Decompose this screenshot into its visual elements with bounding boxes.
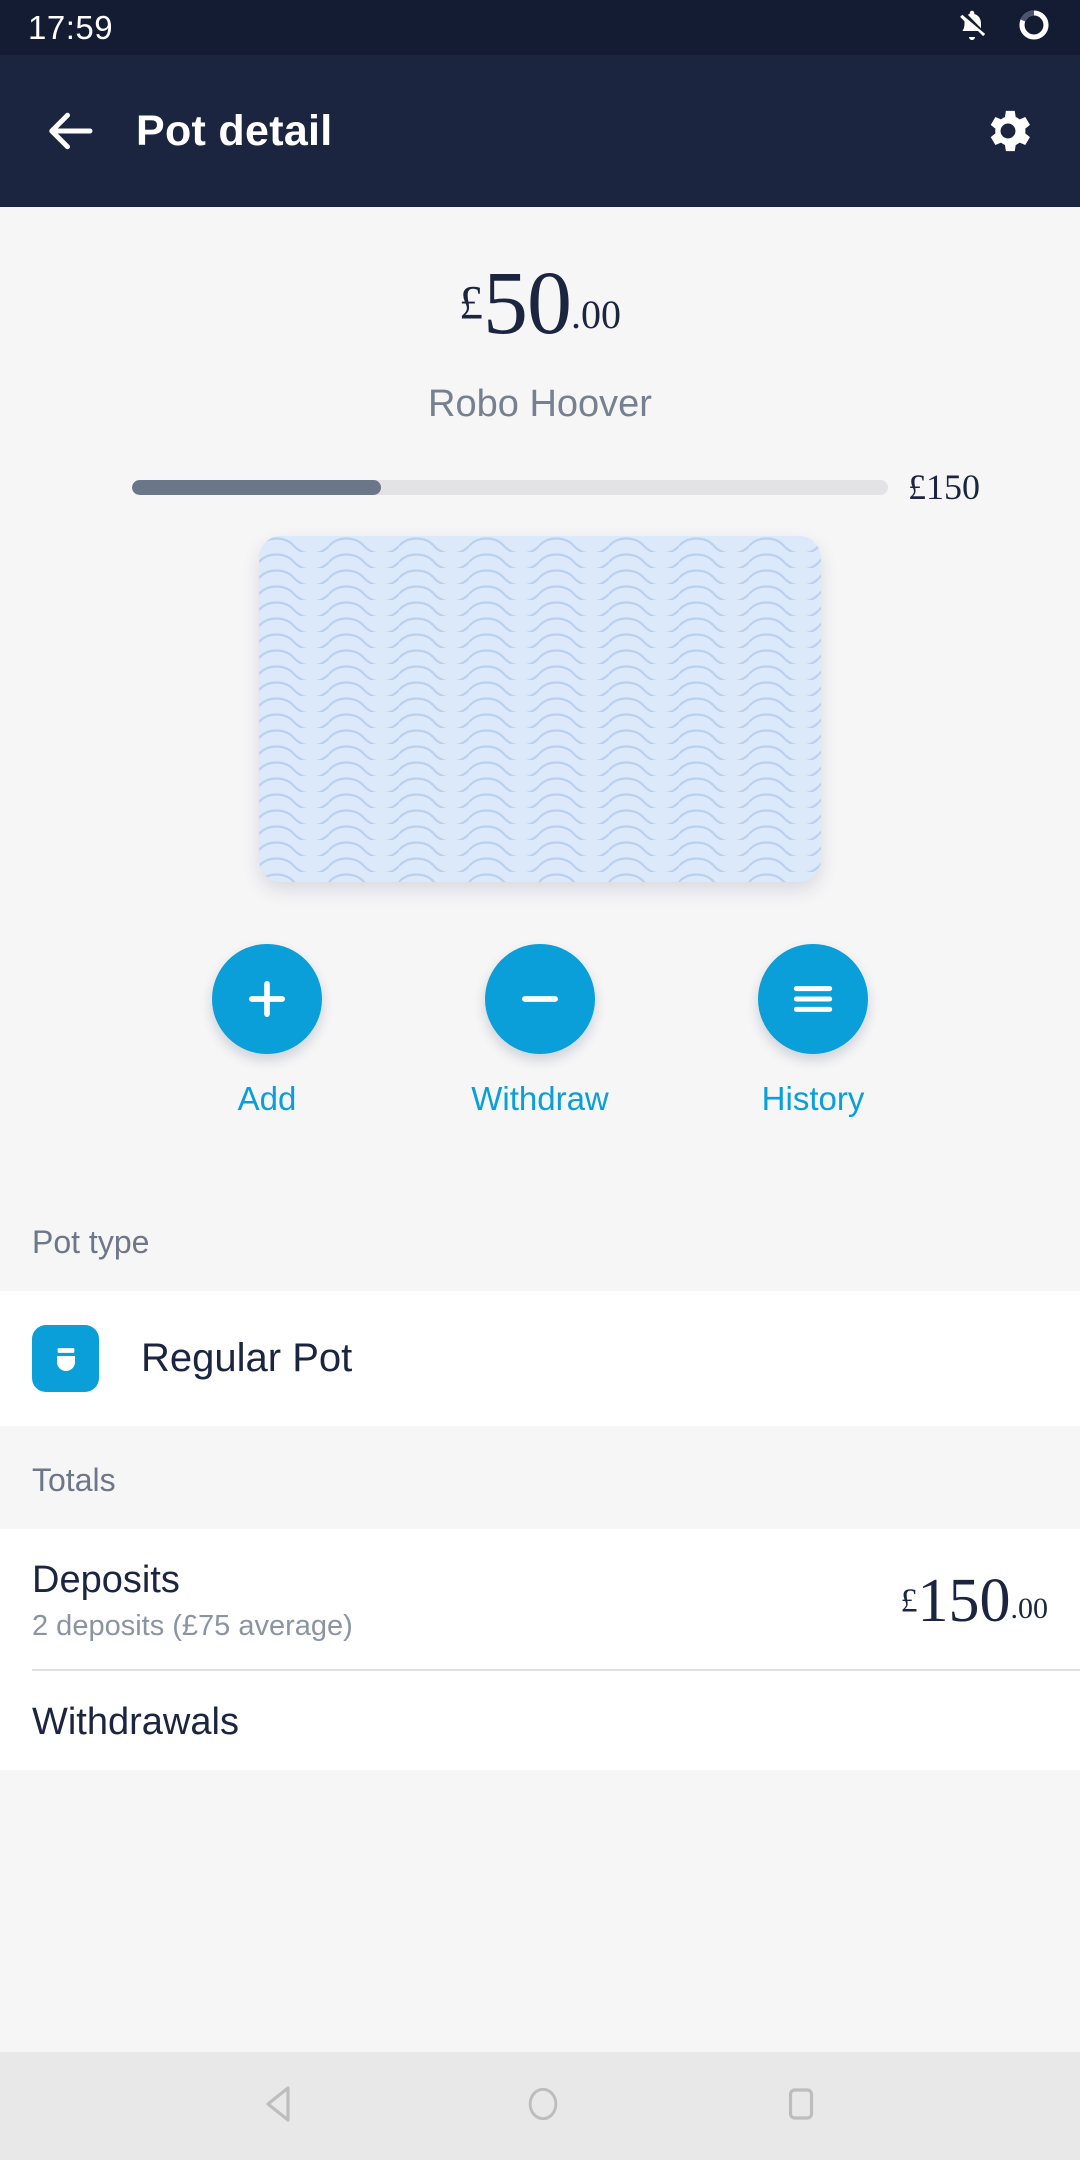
action-add[interactable]: Add	[185, 944, 349, 1118]
goal-amount: £150	[908, 467, 980, 507]
deposits-title: Deposits	[32, 1559, 180, 1601]
pot-type-row[interactable]: Regular Pot	[0, 1291, 1080, 1426]
totals-section-header: Totals	[0, 1426, 1080, 1529]
status-icons	[954, 7, 1052, 48]
balance-currency: £	[459, 276, 483, 330]
action-withdraw[interactable]: Withdraw	[458, 944, 622, 1118]
page-title: Pot detail	[136, 106, 333, 155]
app-bar: Pot detail	[0, 55, 1080, 207]
arrow-left-icon	[49, 112, 93, 150]
deposits-text: Deposits 2 deposits (£75 average)	[32, 1559, 353, 1643]
gear-icon	[990, 110, 1030, 152]
pot-type-label: Regular Pot	[141, 1336, 353, 1380]
add-label: Add	[237, 1080, 297, 1117]
history-label: History	[761, 1080, 865, 1117]
history-button[interactable]	[758, 944, 868, 1054]
withdrawals-text: Withdrawals	[32, 1701, 239, 1744]
deposits-currency: £	[900, 1582, 918, 1620]
minus-icon	[522, 996, 558, 1002]
pot-type-section-header: Pot type	[0, 1188, 1080, 1291]
nav-recents-square-icon	[789, 2087, 814, 2120]
action-history[interactable]: History	[731, 944, 895, 1118]
wave-pattern-icon	[259, 536, 821, 882]
pot-actions: Add Withdraw History	[0, 944, 1080, 1188]
balance-integer: 50	[483, 254, 572, 353]
android-nav-bar	[0, 2052, 1080, 2160]
deposits-integer: 150	[917, 1567, 1011, 1635]
deposits-amount: £150.00	[901, 1570, 1049, 1632]
battery-ring-icon	[1016, 7, 1052, 48]
totals-row-deposits[interactable]: Deposits 2 deposits (£75 average) £150.0…	[0, 1529, 1080, 1669]
status-clock: 17:59	[28, 8, 114, 46]
notifications-off-icon	[954, 7, 990, 48]
pot-type-block: Regular Pot	[0, 1291, 1080, 1426]
nav-back-triangle-icon	[266, 2085, 290, 2122]
goal-progress: £150	[132, 466, 980, 508]
pot-hero: £50.00 Robo Hoover £150 Add Withdraw His…	[0, 207, 1080, 1188]
deposits-subtitle: 2 deposits (£75 average)	[32, 1610, 353, 1642]
settings-button[interactable]	[966, 89, 1050, 173]
progress-track	[132, 479, 888, 495]
nav-home-circle-icon	[528, 2087, 558, 2120]
pot-icon	[32, 1325, 99, 1392]
deposits-decimal: .00	[1010, 1592, 1049, 1625]
balance-decimal: .00	[571, 292, 621, 338]
list-icon	[793, 986, 833, 1012]
totals-row-withdrawals[interactable]: Withdrawals	[0, 1671, 1080, 1770]
pot-image-card[interactable]	[259, 536, 821, 882]
nav-home-button[interactable]	[521, 2082, 565, 2131]
totals-block: Deposits 2 deposits (£75 average) £150.0…	[0, 1529, 1080, 1770]
add-button[interactable]	[212, 944, 322, 1054]
status-bar: 17:59	[0, 0, 1080, 55]
withdrawals-title: Withdrawals	[32, 1701, 239, 1743]
withdraw-button[interactable]	[485, 944, 595, 1054]
nav-recents-button[interactable]	[780, 2083, 822, 2130]
withdraw-label: Withdraw	[471, 1080, 609, 1117]
back-button[interactable]	[30, 89, 114, 173]
plus-icon	[249, 981, 285, 1017]
nav-back-button[interactable]	[258, 2080, 306, 2133]
pot-name: Robo Hoover	[428, 383, 652, 425]
pot-balance: £50.00	[0, 259, 1080, 349]
progress-fill	[132, 479, 382, 495]
